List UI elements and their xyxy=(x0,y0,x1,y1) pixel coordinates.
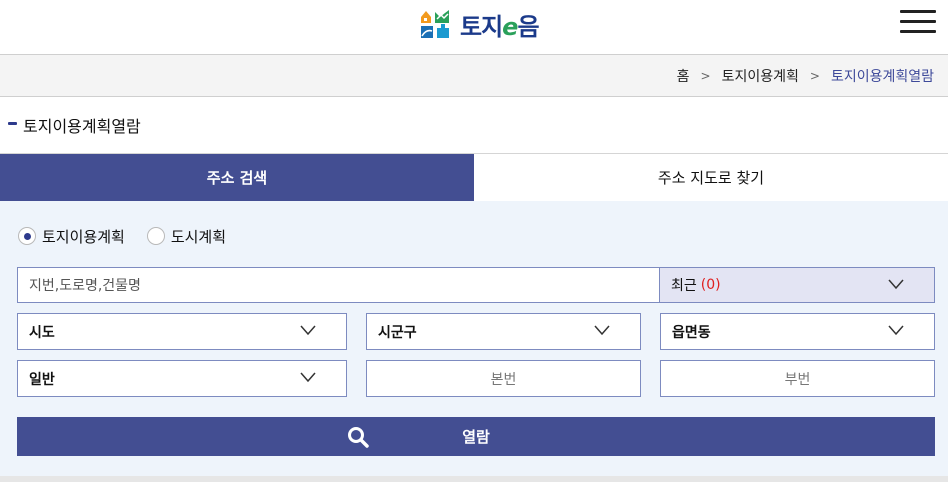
recent-searches-dropdown[interactable]: 최근 (0) xyxy=(660,267,935,303)
page-title: 토지이용계획열람 xyxy=(23,117,141,136)
sido-value: 시도 xyxy=(29,324,55,341)
land-type-select[interactable]: 일반 xyxy=(17,360,347,397)
radio-land-use-plan[interactable]: 토지이용계획 xyxy=(18,226,125,247)
chevron-down-icon xyxy=(594,325,610,336)
logo-text: 토지e음 xyxy=(460,12,540,41)
search-placeholder: 지번,도로명,건물명 xyxy=(29,278,141,294)
tab-address-search[interactable]: 주소 검색 xyxy=(0,154,474,201)
chevron-right-icon: > xyxy=(809,69,820,83)
sido-select[interactable]: 시도 xyxy=(17,313,347,350)
search-panel: 토지이용계획 도시계획 지번,도로명,건물명 최근 (0) 시도 시군구 읍면동… xyxy=(0,201,948,476)
search-icon xyxy=(348,427,369,448)
tab-map-search[interactable]: 주소 지도로 찾기 xyxy=(474,154,948,201)
chevron-down-icon xyxy=(300,372,316,383)
radio-unchecked-icon xyxy=(146,227,165,245)
radio-checked-icon xyxy=(18,227,36,245)
eupmyeondong-select[interactable]: 읍면동 xyxy=(660,313,935,350)
breadcrumb-home[interactable]: 홈 xyxy=(677,66,690,86)
site-header: 토지e음 xyxy=(0,0,948,55)
view-submit-button[interactable]: 열람 xyxy=(17,417,935,456)
section-header: 토지이용계획열람 xyxy=(0,97,948,153)
bonbeon-input[interactable]: 본번 xyxy=(366,360,641,397)
bonbeon-placeholder: 본번 xyxy=(490,371,517,388)
chevron-down-icon xyxy=(888,325,904,336)
sigungu-select[interactable]: 시군구 xyxy=(366,313,641,350)
site-logo[interactable]: 토지e음 xyxy=(420,8,540,41)
recent-count: (0) xyxy=(700,277,721,293)
chevron-down-icon xyxy=(300,325,316,336)
land-type-value: 일반 xyxy=(29,371,55,388)
breadcrumb-land-use-plan[interactable]: 토지이용계획 xyxy=(722,66,799,86)
bubeon-placeholder: 부번 xyxy=(784,371,811,388)
radio-label: 도시계획 xyxy=(170,227,227,246)
logo-mark-icon xyxy=(420,9,454,39)
radio-label: 토지이용계획 xyxy=(42,227,125,246)
eupmyeondong-value: 읍면동 xyxy=(672,324,711,341)
search-tabs: 주소 검색 주소 지도로 찾기 xyxy=(0,153,948,201)
bubeon-input[interactable]: 부번 xyxy=(660,360,935,397)
page-divider xyxy=(0,476,948,482)
address-search-input[interactable]: 지번,도로명,건물명 xyxy=(17,267,660,303)
breadcrumb: 홈 > 토지이용계획 > 토지이용계획열람 xyxy=(677,55,934,97)
hamburger-menu-button[interactable] xyxy=(900,10,936,34)
radio-city-plan[interactable]: 도시계획 xyxy=(146,226,227,247)
submit-label: 열람 xyxy=(462,428,490,446)
chevron-down-icon xyxy=(888,279,904,290)
title-bullet-icon xyxy=(8,122,17,125)
breadcrumb-current: 토지이용계획열람 xyxy=(830,69,934,85)
sigungu-value: 시군구 xyxy=(378,324,417,341)
plan-type-radio-group: 토지이용계획 도시계획 xyxy=(18,225,248,247)
breadcrumb-bar: 홈 > 토지이용계획 > 토지이용계획열람 xyxy=(0,55,948,97)
recent-label: 최근 xyxy=(671,278,697,294)
chevron-right-icon: > xyxy=(700,69,711,83)
